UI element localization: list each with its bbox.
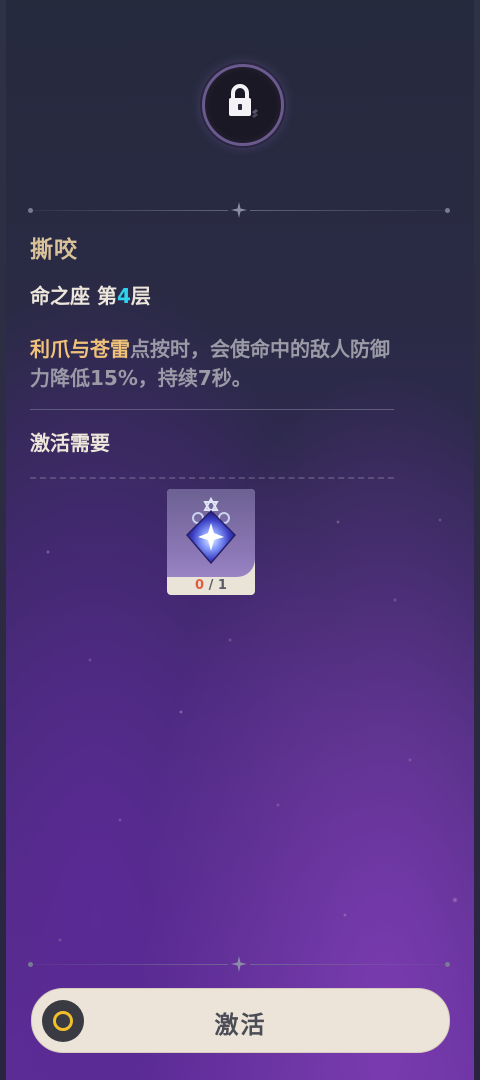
ornament-divider-top <box>28 202 450 218</box>
description-highlight: 利爪与苍雷 <box>30 337 130 361</box>
level-number: 4 <box>116 284 131 308</box>
item-count-need: / 1 <box>208 578 227 593</box>
ornament-divider-bottom <box>28 956 450 972</box>
divider-star-icon <box>231 202 247 218</box>
item-count-have: 0 <box>195 578 205 593</box>
constellation-level: 命之座 第4层 <box>30 280 151 309</box>
activate-button[interactable]: 激活 <box>31 988 450 1053</box>
item-art <box>167 489 255 577</box>
level-suffix: 层 <box>130 284 151 308</box>
divider-line <box>250 964 446 965</box>
divider-line <box>32 964 228 965</box>
left-edge-frame <box>0 0 6 1080</box>
constellation-title: 撕咬 <box>30 237 78 263</box>
divider-line <box>32 210 228 211</box>
constellation-stella-icon <box>185 496 237 565</box>
right-edge-frame <box>474 0 480 1080</box>
activate-button-label: 激活 <box>214 1011 267 1039</box>
requirements-label: 激活需要 <box>30 431 110 455</box>
lock-icon <box>229 84 258 118</box>
divider-dot <box>445 962 450 967</box>
level-prefix: 命之座 第 <box>30 284 117 308</box>
requirements-dashed-separator <box>30 477 394 479</box>
item-count: 0 / 1 <box>167 578 255 593</box>
divider-star-icon <box>231 956 247 972</box>
constellation-description: 利爪与苍雷点按时，会使命中的敌人防御力降低15%，持续7秒。 <box>30 335 400 393</box>
required-item-card[interactable]: 0 / 1 <box>167 489 255 595</box>
divider-line <box>250 210 446 211</box>
section-separator <box>30 409 394 410</box>
divider-dot <box>445 208 450 213</box>
constellation-lock-badge <box>202 64 284 146</box>
